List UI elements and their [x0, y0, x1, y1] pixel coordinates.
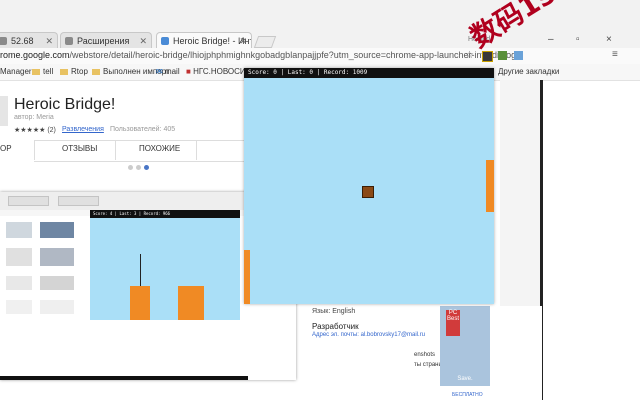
preview-game-area — [90, 210, 240, 320]
preview-thumb — [40, 222, 74, 238]
bookmark-mail[interactable]: ✉ mail — [156, 64, 180, 80]
folder-icon — [92, 68, 100, 75]
carousel-dot-active[interactable] — [144, 165, 149, 170]
ad-caption: Save. — [457, 376, 473, 382]
preview-thumb — [40, 248, 74, 266]
preview-hud: Score: 4 | Last: 3 | Record: 966 — [90, 210, 240, 218]
url-text[interactable]: rome.google.com/webstore/detail/heroic-b… — [0, 50, 516, 60]
close-icon[interactable]: ✕ — [45, 33, 53, 48]
bookmark-label: mail — [164, 67, 180, 76]
tab-label: 52.68 — [11, 36, 34, 46]
tab-overview[interactable]: ОР — [0, 144, 12, 153]
rating-stars[interactable]: ★★★★★ (2) — [14, 126, 56, 134]
url-path: /webstore/detail/heroic-bridge/lhiojphph… — [69, 50, 517, 60]
tab-related[interactable]: ПОХОЖИЕ — [139, 144, 180, 153]
preview-thumb — [40, 276, 74, 290]
close-icon[interactable]: ✕ — [239, 33, 247, 48]
ad-banner[interactable]: PC Best — [440, 306, 490, 386]
puzzle-icon — [65, 37, 73, 45]
tab-2[interactable]: Расширения ✕ — [60, 32, 152, 48]
game-pillar-left — [244, 250, 250, 304]
game-pillar-right — [486, 160, 494, 212]
ngs-icon: ■ — [186, 67, 194, 76]
url-host: rome.google.com — [0, 50, 70, 60]
developer-heading: Разработчик — [312, 322, 359, 331]
extension-icon-3[interactable] — [514, 51, 523, 60]
close-window-button[interactable]: × — [606, 34, 612, 45]
developer-email-link[interactable]: Адрес эл. почты: al.bobrovsky17@mail.ru — [312, 332, 425, 338]
bookmark-other[interactable]: Другие закладки — [498, 64, 559, 80]
maximize-button[interactable]: ▫ — [576, 34, 580, 45]
app-logo — [0, 96, 8, 126]
close-icon[interactable]: ✕ — [139, 33, 147, 48]
page-icon — [161, 37, 169, 45]
bookmark-label: tell — [43, 67, 54, 76]
preview-thumb — [6, 300, 32, 314]
game-player-block — [362, 186, 374, 198]
tab-divider — [196, 140, 197, 160]
page-icon — [0, 37, 7, 45]
carousel-dot[interactable] — [128, 165, 133, 170]
preview-thumb — [40, 300, 74, 314]
bookmark-rtop[interactable]: Rtop — [60, 64, 88, 80]
category-link[interactable]: Развлечения — [62, 126, 104, 133]
ad-link[interactable]: БЕСПЛАТНО — [452, 392, 483, 398]
app-title: Heroic Bridge! — [14, 96, 116, 113]
screenshots-note: enshots — [414, 352, 436, 358]
carousel-dot[interactable] — [136, 165, 141, 170]
folder-icon — [32, 68, 40, 75]
bookmark-label: Rtop — [71, 67, 88, 76]
game-hud: Score: 0 | Last: 0 | Record: 1009 — [244, 68, 494, 78]
tab-divider — [115, 140, 116, 160]
preview-thumb — [6, 248, 32, 266]
preview-thumb — [6, 276, 32, 290]
mail-icon: ✉ — [156, 67, 165, 76]
ad-logo: PC Best — [446, 310, 460, 336]
store-tabs — [0, 140, 244, 162]
language-info: Язык: English — [312, 308, 356, 315]
bookmark-manager[interactable]: Manager — [0, 64, 32, 80]
folder-icon — [60, 68, 68, 75]
extension-icon-2[interactable] — [498, 51, 507, 60]
tab-reviews[interactable]: ОТЗЫВЫ — [62, 144, 97, 153]
bookmark-tell[interactable]: tell — [32, 64, 53, 80]
preview-thumb — [6, 222, 32, 238]
tab-1[interactable]: 52.68 ✕ — [0, 32, 58, 48]
preview-bridge-stick — [140, 254, 141, 288]
tab-label: Расширения — [77, 36, 130, 46]
preview-pillar-right — [178, 286, 204, 320]
tab-3-active[interactable]: Heroic Bridge! - Интерн ✕ — [156, 32, 252, 48]
preview-pillar-left — [130, 286, 150, 320]
minimize-button[interactable]: – — [548, 34, 554, 45]
preview-tab — [8, 196, 49, 206]
preview-bottom-bar — [0, 376, 248, 380]
preview-tab — [58, 196, 99, 206]
star-icon[interactable]: ☆ — [465, 50, 474, 61]
ad-logo-sub: Best — [446, 316, 459, 322]
user-count: Пользователей: 405 — [110, 126, 176, 133]
app-author[interactable]: автор: Meria — [14, 114, 54, 121]
menu-icon[interactable]: ≡ — [612, 49, 618, 60]
tab-divider — [34, 140, 35, 160]
